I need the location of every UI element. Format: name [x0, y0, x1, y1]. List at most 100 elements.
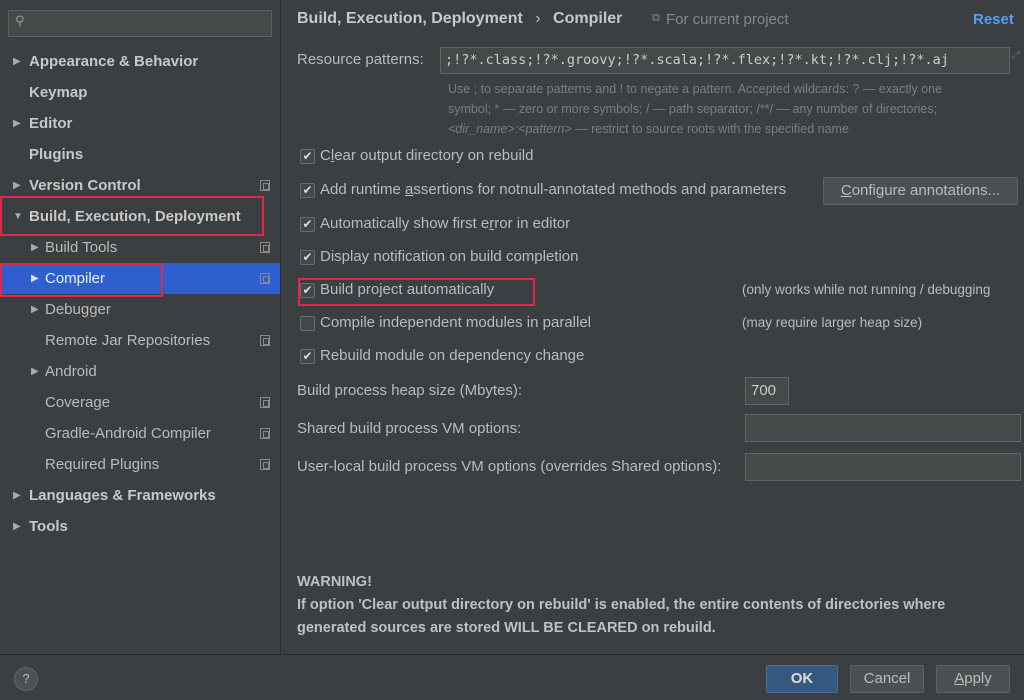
checkbox-note: (only works while not running / debuggin… — [742, 282, 991, 297]
warning-line: generated sources are stored WILL BE CLE… — [297, 620, 716, 636]
sidebar-item-label: Debugger — [45, 301, 111, 318]
sidebar-item-label: Android — [45, 363, 97, 380]
sidebar-item-languages-frameworks[interactable]: ▶ Languages & Frameworks — [0, 480, 280, 511]
checkbox-row[interactable]: ✔ Clear output directory on rebuild — [282, 145, 1024, 167]
sidebar-item-remote-jar-repositories[interactable]: Remote Jar Repositories — [0, 325, 280, 356]
apply-button[interactable]: Apply — [936, 665, 1010, 693]
breadcrumb-separator: › — [535, 10, 541, 27]
resource-patterns-label: Resource patterns: — [297, 51, 424, 68]
checkbox-row[interactable]: ✔ Automatically show first error in edito… — [282, 213, 1024, 235]
resource-help: Use ; to separate patterns and ! to nega… — [448, 79, 942, 139]
shared-vm-options-input[interactable] — [745, 414, 1021, 442]
project-level-icon — [260, 459, 270, 470]
checkbox-row[interactable]: ✔ Display notification on build completio… — [282, 246, 1024, 268]
checkbox-checked[interactable]: ✔ — [300, 149, 315, 164]
project-level-icon — [260, 335, 270, 346]
sidebar-item-label: Coverage — [45, 394, 111, 411]
project-scope-icon: ⧉ — [652, 12, 660, 24]
collapsed-arrow-icon[interactable]: ▶ — [13, 480, 21, 511]
compiler-settings-panel: Build, Execution, Deployment › Compiler … — [282, 0, 1024, 654]
user-vm-options-input[interactable] — [745, 453, 1021, 481]
sidebar-item-android[interactable]: ▶ Android — [0, 356, 280, 387]
resource-patterns-input[interactable]: ;!?*.class;!?*.groovy;!?*.scala;!?*.flex… — [440, 47, 1010, 74]
checkbox-unchecked[interactable] — [300, 316, 315, 331]
sidebar-item-editor[interactable]: ▶ Editor — [0, 108, 280, 139]
project-level-icon — [260, 428, 270, 439]
breadcrumb-parent[interactable]: Build, Execution, Deployment — [297, 10, 523, 27]
checkbox-checked[interactable]: ✔ — [300, 349, 315, 364]
mnemonic: C — [840, 182, 852, 199]
heap-size-label: Build process heap size (Mbytes): — [297, 382, 523, 399]
checkbox-label: Compile independent modules in parallel — [320, 314, 592, 331]
sidebar-item-gradle-android-compiler[interactable]: Gradle-Android Compiler — [0, 418, 280, 449]
sidebar-item-plugins[interactable]: Plugins — [0, 139, 280, 170]
collapsed-arrow-icon[interactable]: ▶ — [13, 108, 21, 139]
scope-label: For current project — [666, 11, 789, 28]
sidebar-item-label: Editor — [29, 115, 73, 132]
sidebar-item-label: Tools — [29, 518, 68, 535]
sidebar-item-label: Appearance & Behavior — [29, 53, 199, 70]
shared-vm-options-label: Shared build process VM options: — [297, 420, 522, 437]
checkbox-label: Automatically show first error in editor — [320, 215, 571, 232]
help-line: Use ; to separate patterns and ! to nega… — [448, 82, 943, 96]
resource-patterns-value: ;!?*.class;!?*.groovy;!?*.scala;!?*.flex… — [445, 52, 949, 68]
warning-title: WARNING! — [297, 574, 372, 590]
sidebar-item-tools[interactable]: ▶ Tools — [0, 511, 280, 542]
sidebar-item-label: Keymap — [29, 84, 88, 101]
highlight-box — [0, 196, 264, 236]
heap-size-value: 700 — [751, 382, 777, 399]
checkbox-checked[interactable]: ✔ — [300, 183, 315, 198]
checkbox-label: Display notification on build completion — [320, 248, 579, 265]
sidebar-item-label: Remote Jar Repositories — [45, 332, 211, 349]
checkbox-row[interactable]: Compile independent modules in parallel (… — [282, 312, 1024, 334]
sidebar-item-label: Languages & Frameworks — [29, 487, 216, 504]
collapsed-arrow-icon[interactable]: ▶ — [31, 356, 39, 387]
checkbox-checked[interactable]: ✔ — [300, 250, 315, 265]
sidebar-item-label: Build Tools — [45, 239, 118, 256]
help-line: symbol; * — zero or more symbols; / — pa… — [448, 102, 938, 116]
highlight-box — [298, 278, 535, 306]
search-input[interactable]: ⚲ — [8, 10, 272, 37]
sidebar-item-label: Plugins — [29, 146, 84, 163]
warning-text: WARNING! If option 'Clear output directo… — [297, 571, 945, 640]
project-level-icon — [260, 273, 270, 284]
settings-sidebar: ⚲ ▶ Appearance & Behavior Keymap ▶ Editor Plu… — [0, 0, 281, 654]
sidebar-item-coverage[interactable]: Coverage — [0, 387, 280, 418]
sidebar-item-label: Required Plugins — [45, 456, 160, 473]
project-level-icon — [260, 397, 270, 408]
collapsed-arrow-icon[interactable]: ▶ — [13, 46, 21, 77]
checkbox-checked[interactable]: ✔ — [300, 217, 315, 232]
highlight-box — [0, 263, 163, 297]
button-label: onfigure annotations... — [851, 182, 1001, 199]
configure-annotations-button[interactable]: Configure annotations... — [823, 177, 1018, 205]
breadcrumb-current: Compiler — [553, 10, 623, 27]
dialog-footer: ? OK Cancel Apply — [0, 654, 1024, 700]
checkbox-label: Clear output directory on rebuild — [320, 147, 534, 164]
collapsed-arrow-icon[interactable]: ▶ — [31, 232, 39, 263]
checkbox-row[interactable]: ✔ Rebuild module on dependency change — [282, 345, 1024, 367]
help-line: — restrict to source roots with the spec… — [571, 122, 849, 136]
collapsed-arrow-icon[interactable]: ▶ — [31, 294, 39, 325]
breadcrumb: Build, Execution, Deployment › Compiler — [297, 10, 622, 28]
sidebar-item-debugger[interactable]: ▶ Debugger — [0, 294, 280, 325]
sidebar-item-keymap[interactable]: Keymap — [0, 77, 280, 108]
heap-size-input[interactable]: 700 — [745, 377, 789, 405]
project-level-icon — [260, 180, 270, 191]
search-icon: ⚲ — [15, 13, 25, 28]
user-vm-options-label: User-local build process VM options (ove… — [297, 458, 722, 475]
sidebar-item-label: Gradle-Android Compiler — [45, 425, 211, 442]
help-button[interactable]: ? — [14, 667, 38, 691]
sidebar-item-appearance-behavior[interactable]: ▶ Appearance & Behavior — [0, 46, 280, 77]
expand-icon[interactable]: ⤢ — [1012, 50, 1020, 61]
reset-link[interactable]: Reset — [973, 11, 1014, 28]
sidebar-item-build-tools[interactable]: ▶ Build Tools — [0, 232, 280, 263]
checkbox-label: Add runtime assertions for notnull-annot… — [320, 181, 787, 198]
warning-line: If option 'Clear output directory on reb… — [297, 597, 946, 613]
cancel-button[interactable]: Cancel — [850, 665, 924, 693]
sidebar-item-required-plugins[interactable]: Required Plugins — [0, 449, 280, 480]
collapsed-arrow-icon[interactable]: ▶ — [13, 511, 21, 542]
project-level-icon — [260, 242, 270, 253]
help-italic: <dir_name>:<pattern> — [448, 122, 572, 136]
ok-button[interactable]: OK — [766, 665, 838, 693]
checkbox-note: (may require larger heap size) — [742, 315, 923, 330]
